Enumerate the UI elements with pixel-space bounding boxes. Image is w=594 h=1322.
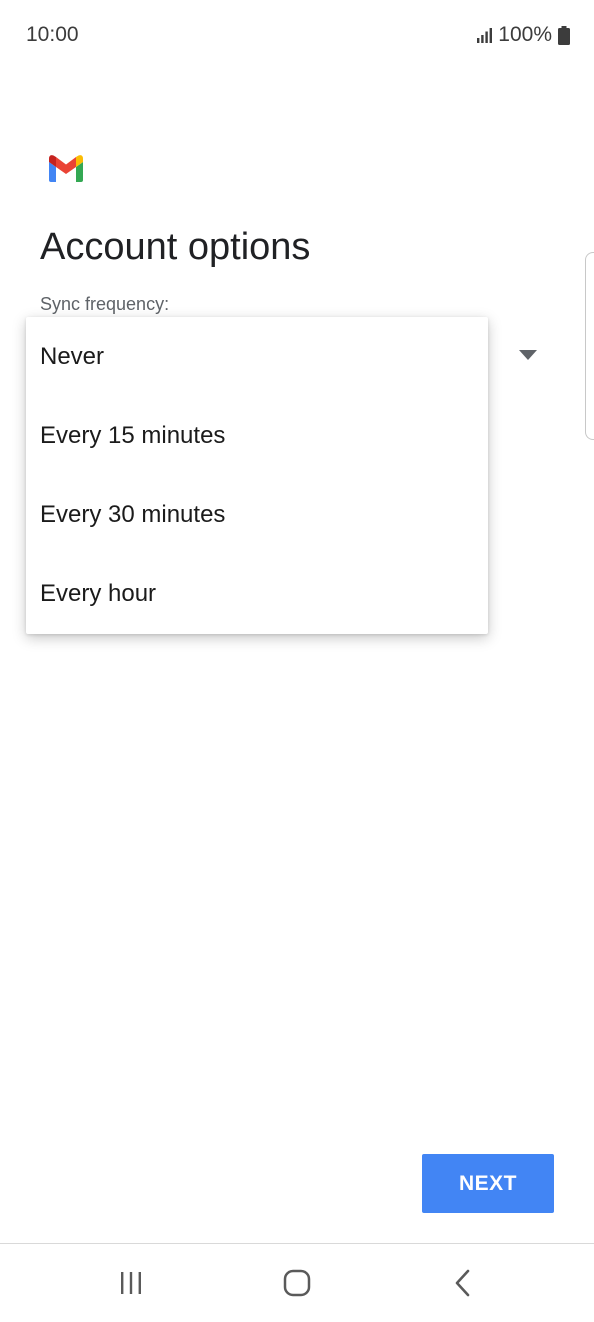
gmail-logo-icon	[49, 155, 83, 182]
option-every-hour[interactable]: Every hour	[26, 555, 488, 634]
dropdown-arrow-icon[interactable]	[519, 350, 537, 360]
option-every-15-minutes[interactable]: Every 15 minutes	[26, 396, 488, 475]
recents-icon	[121, 1272, 141, 1294]
navigation-bar	[0, 1244, 594, 1322]
status-indicators: 100%	[476, 23, 570, 47]
next-button[interactable]: NEXT	[422, 1154, 554, 1213]
page-title: Account options	[40, 226, 311, 268]
home-button[interactable]	[277, 1268, 317, 1298]
sync-frequency-dropdown: Never Every 15 minutes Every 30 minutes …	[26, 317, 488, 634]
status-time: 10:00	[26, 23, 79, 46]
scroll-edge-indicator	[585, 252, 594, 440]
recents-button[interactable]	[111, 1268, 151, 1298]
option-never[interactable]: Never	[26, 317, 488, 396]
back-icon	[455, 1269, 470, 1297]
status-bar: 10:00 100%	[0, 0, 594, 70]
home-icon	[283, 1269, 311, 1297]
option-every-30-minutes[interactable]: Every 30 minutes	[26, 476, 488, 555]
battery-percent: 100%	[498, 23, 552, 46]
sync-frequency-label: Sync frequency:	[40, 294, 170, 314]
back-button[interactable]	[443, 1268, 483, 1298]
battery-icon	[558, 25, 570, 45]
signal-icon	[477, 28, 493, 43]
